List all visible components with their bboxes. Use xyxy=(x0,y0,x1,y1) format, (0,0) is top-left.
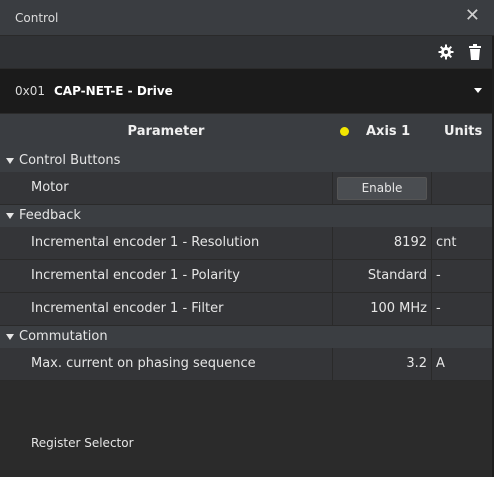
column-divider xyxy=(431,172,432,204)
collapse-triangle-icon[interactable] xyxy=(6,158,14,164)
group-label: Feedback xyxy=(19,208,81,223)
trash-icon[interactable] xyxy=(468,44,482,60)
parameter-value[interactable]: 3.2 xyxy=(406,356,427,371)
table-row: Incremental encoder 1 - Resolution 8192 … xyxy=(0,227,494,260)
column-divider xyxy=(332,260,333,292)
parameter-unit: - xyxy=(436,268,441,283)
table-row: Motor Enable xyxy=(0,172,494,205)
toolbar xyxy=(0,36,494,68)
parameter-name: Incremental encoder 1 - Polarity xyxy=(31,268,240,283)
panel-title: Control xyxy=(15,11,59,25)
group-feedback[interactable]: Feedback xyxy=(0,205,494,227)
group-label: Commutation xyxy=(19,329,108,344)
enable-button[interactable]: Enable xyxy=(337,177,427,200)
collapse-triangle-icon[interactable] xyxy=(6,213,14,219)
header-parameter: Parameter xyxy=(127,124,205,139)
title-bar: Control ✕ xyxy=(0,0,494,36)
table-row: Incremental encoder 1 - Filter 100 MHz - xyxy=(0,293,494,326)
collapse-triangle-icon[interactable] xyxy=(6,334,14,340)
parameter-unit: - xyxy=(436,301,441,316)
column-divider xyxy=(431,227,432,259)
column-divider xyxy=(332,227,333,259)
close-icon[interactable]: ✕ xyxy=(465,6,480,26)
parameter-value[interactable]: 8192 xyxy=(394,235,427,250)
parameter-value[interactable]: Standard xyxy=(368,268,427,283)
header-units: Units xyxy=(444,124,483,139)
table-header: Parameter Axis 1 Units xyxy=(0,114,494,150)
parameter-name: Motor xyxy=(31,180,69,195)
group-commutation[interactable]: Commutation xyxy=(0,326,494,348)
parameter-value[interactable]: 100 MHz xyxy=(370,301,427,316)
parameter-unit: A xyxy=(436,356,445,371)
parameter-name: Max. current on phasing sequence xyxy=(31,356,256,371)
parameter-name: Incremental encoder 1 - Resolution xyxy=(31,235,260,250)
column-divider xyxy=(332,293,333,325)
column-divider xyxy=(332,348,333,380)
axis-status-dot xyxy=(340,127,349,136)
gear-icon[interactable] xyxy=(438,44,454,60)
column-divider xyxy=(431,260,432,292)
column-divider xyxy=(431,348,432,380)
control-panel: Control ✕ 0x01 CAP-NET-E - Drive Paramet… xyxy=(0,0,494,477)
drive-address: 0x01 xyxy=(15,84,46,98)
caret-down-icon[interactable] xyxy=(474,88,482,93)
drive-name: CAP-NET-E - Drive xyxy=(54,84,173,98)
table-row: Incremental encoder 1 - Polarity Standar… xyxy=(0,260,494,293)
group-control-buttons[interactable]: Control Buttons xyxy=(0,150,494,172)
parameter-unit: cnt xyxy=(436,235,457,250)
header-axis: Axis 1 xyxy=(366,124,411,139)
register-selector-link[interactable]: Register Selector xyxy=(31,436,134,450)
drive-selector[interactable]: 0x01 CAP-NET-E - Drive xyxy=(0,69,494,113)
column-divider xyxy=(431,293,432,325)
column-divider xyxy=(332,172,333,204)
table-row: Max. current on phasing sequence 3.2 A xyxy=(0,348,494,381)
group-label: Control Buttons xyxy=(19,153,121,168)
parameter-name: Incremental encoder 1 - Filter xyxy=(31,301,224,316)
